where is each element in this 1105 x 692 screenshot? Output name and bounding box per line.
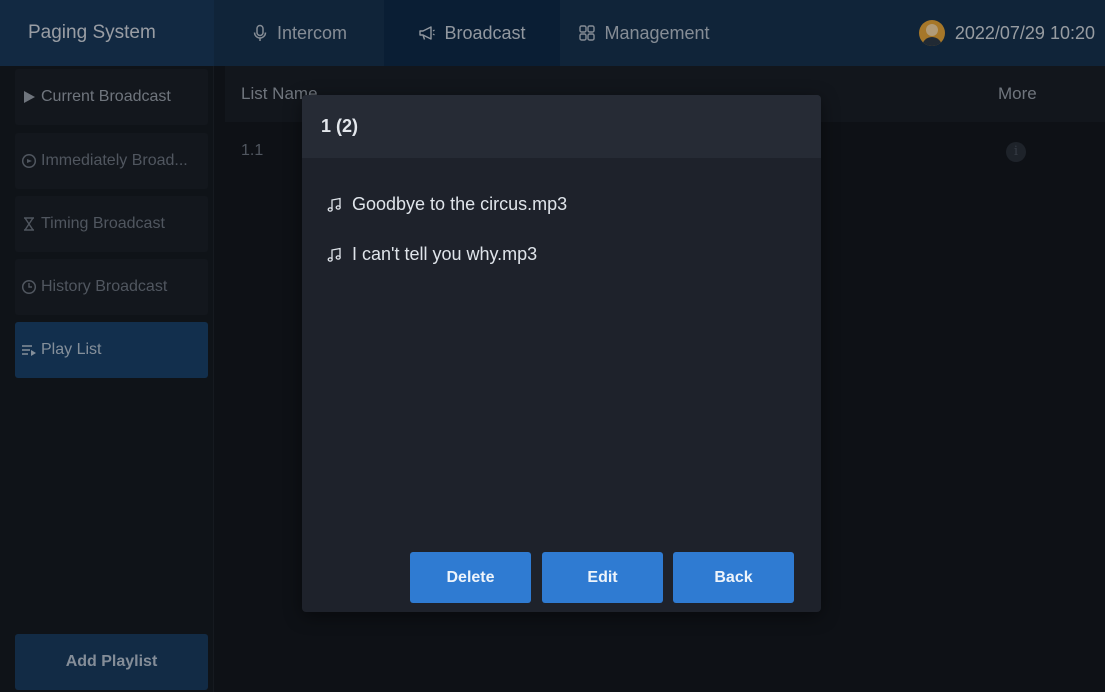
delete-button[interactable]: Delete bbox=[410, 552, 531, 603]
track-name: I can't tell you why.mp3 bbox=[352, 244, 538, 264]
list-item[interactable]: I can't tell you why.mp3 bbox=[326, 244, 537, 265]
music-note-icon bbox=[327, 197, 341, 212]
track-name: Goodbye to the circus.mp3 bbox=[352, 194, 568, 214]
playlist-dialog: 1 (2) Goodbye to the circus.mp3 I can't … bbox=[302, 95, 821, 612]
list-item[interactable]: Goodbye to the circus.mp3 bbox=[326, 194, 567, 215]
edit-button[interactable]: Edit bbox=[542, 552, 663, 603]
dialog-title: 1 (2) bbox=[302, 95, 821, 158]
back-button[interactable]: Back bbox=[673, 552, 794, 603]
music-note-icon bbox=[327, 247, 341, 262]
